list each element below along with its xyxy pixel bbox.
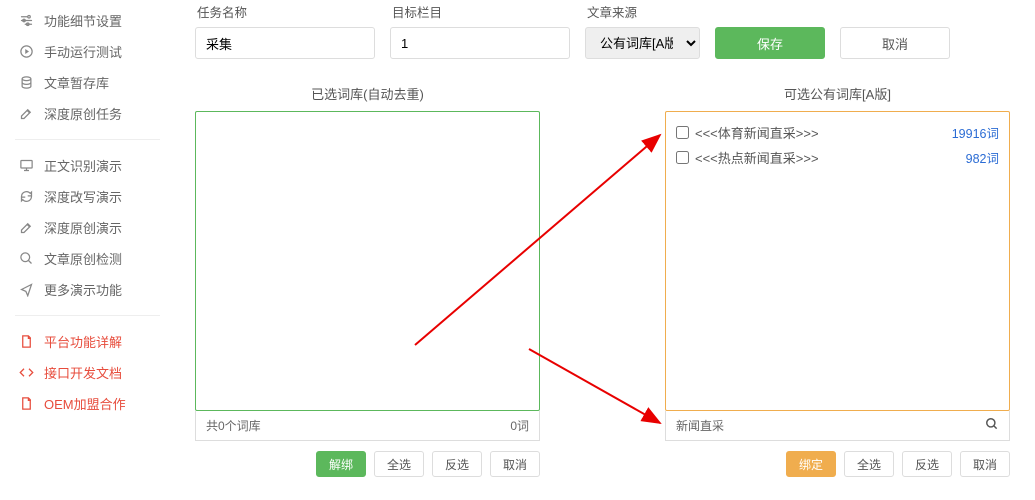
sidebar-item-深度改写演示[interactable]: 深度改写演示 [0, 181, 175, 212]
available-row-count: 982词 [966, 148, 999, 167]
code-icon [18, 365, 34, 381]
sidebar-item-label: 功能细节设置 [44, 11, 122, 30]
invert-right-button[interactable]: 反选 [902, 451, 952, 477]
sidebar-item-文章暂存库[interactable]: 文章暂存库 [0, 67, 175, 98]
select-all-left-button[interactable]: 全选 [374, 451, 424, 477]
sidebar-item-label: 平台功能详解 [44, 332, 122, 351]
save-button[interactable]: 保存 [715, 27, 825, 59]
sidebar-item-label: 深度原创任务 [44, 104, 122, 123]
selected-footer: 共0个词库 0词 [195, 411, 540, 441]
selected-list[interactable] [195, 111, 540, 411]
sidebar-item-label: 文章暂存库 [44, 73, 109, 92]
sidebar-separator [15, 139, 160, 140]
doc-icon [18, 396, 34, 412]
available-row-label[interactable]: <<<体育新闻直采>>> [676, 123, 819, 142]
sidebar-item-手动运行测试[interactable]: 手动运行测试 [0, 36, 175, 67]
available-row[interactable]: <<<热点新闻直采>>> 982词 [676, 145, 999, 170]
available-footer [665, 411, 1010, 441]
sidebar-item-label: 正文识别演示 [44, 156, 122, 175]
sidebar-separator [15, 315, 160, 316]
target-column-label: 目标栏目 [390, 2, 570, 21]
doc-icon [18, 334, 34, 350]
available-row-count: 19916词 [952, 123, 999, 142]
unbind-button[interactable]: 解绑 [316, 451, 366, 477]
sidebar: 功能细节设置手动运行测试文章暂存库深度原创任务 正文识别演示深度改写演示深度原创… [0, 0, 175, 424]
bind-button[interactable]: 绑定 [786, 451, 836, 477]
task-name-field: 任务名称 [195, 2, 375, 59]
available-list[interactable]: <<<体育新闻直采>>> 19916词 <<<热点新闻直采>>> 982词 [665, 111, 1010, 411]
edit-icon [18, 106, 34, 122]
selected-pane-title: 已选词库(自动去重) [195, 84, 540, 103]
sidebar-item-label: 接口开发文档 [44, 363, 122, 382]
sidebar-item-OEM加盟合作[interactable]: OEM加盟合作 [0, 388, 175, 419]
sidebar-item-label: 文章原创检测 [44, 249, 122, 268]
article-source-label: 文章来源 [585, 2, 700, 21]
task-name-input[interactable] [195, 27, 375, 59]
sidebar-item-正文识别演示[interactable]: 正文识别演示 [0, 150, 175, 181]
available-row-name: <<<热点新闻直采>>> [695, 148, 819, 167]
available-row-label[interactable]: <<<热点新闻直采>>> [676, 148, 819, 167]
sidebar-item-label: OEM加盟合作 [44, 394, 126, 413]
sidebar-item-label: 深度改写演示 [44, 187, 122, 206]
cancel-right-button[interactable]: 取消 [960, 451, 1010, 477]
target-column-field: 目标栏目 [390, 2, 570, 59]
sidebar-item-接口开发文档[interactable]: 接口开发文档 [0, 357, 175, 388]
search-input[interactable] [676, 419, 985, 433]
sidebar-item-深度原创演示[interactable]: 深度原创演示 [0, 212, 175, 243]
available-row-checkbox[interactable] [676, 126, 689, 139]
sidebar-item-平台功能详解[interactable]: 平台功能详解 [0, 326, 175, 357]
search-icon[interactable] [985, 417, 999, 434]
main-area: 任务名称 目标栏目 文章来源 公有词库[A版] 保存 取消 已选词库(自动去重)… [195, 0, 1020, 500]
search-icon [18, 251, 34, 267]
task-name-label: 任务名称 [195, 2, 375, 21]
target-column-input[interactable] [390, 27, 570, 59]
selected-count-label: 共0个词库 [206, 417, 261, 434]
sidebar-item-label: 手动运行测试 [44, 42, 122, 61]
article-source-select[interactable]: 公有词库[A版] [585, 27, 700, 59]
sidebar-item-文章原创检测[interactable]: 文章原创检测 [0, 243, 175, 274]
invert-left-button[interactable]: 反选 [432, 451, 482, 477]
selected-pane: 已选词库(自动去重) 共0个词库 0词 解绑 全选 反选 取消 [195, 84, 540, 477]
refresh-icon [18, 189, 34, 205]
database-icon [18, 75, 34, 91]
form-row: 任务名称 目标栏目 文章来源 公有词库[A版] 保存 取消 [195, 0, 1020, 59]
available-pane: 可选公有词库[A版] <<<体育新闻直采>>> 19916词 <<<热点新闻直采>>… [665, 84, 1010, 477]
article-source-field: 文章来源 公有词库[A版] [585, 2, 700, 59]
sliders-icon [18, 13, 34, 29]
cancel-button[interactable]: 取消 [840, 27, 950, 59]
available-actions: 绑定 全选 反选 取消 [665, 451, 1010, 477]
selected-word-count: 0词 [510, 417, 529, 434]
sidebar-item-label: 深度原创演示 [44, 218, 122, 237]
select-all-right-button[interactable]: 全选 [844, 451, 894, 477]
sidebar-item-label: 更多演示功能 [44, 280, 122, 299]
edit-icon [18, 220, 34, 236]
sidebar-item-功能细节设置[interactable]: 功能细节设置 [0, 5, 175, 36]
available-row-name: <<<体育新闻直采>>> [695, 123, 819, 142]
available-pane-title: 可选公有词库[A版] [665, 84, 1010, 103]
selected-actions: 解绑 全选 反选 取消 [195, 451, 540, 477]
share-icon [18, 282, 34, 298]
available-row-checkbox[interactable] [676, 151, 689, 164]
panes-container: 已选词库(自动去重) 共0个词库 0词 解绑 全选 反选 取消 可选公有词库[A… [195, 84, 1020, 477]
available-row[interactable]: <<<体育新闻直采>>> 19916词 [676, 120, 999, 145]
sidebar-item-深度原创任务[interactable]: 深度原创任务 [0, 98, 175, 129]
cancel-left-button[interactable]: 取消 [490, 451, 540, 477]
play-icon [18, 44, 34, 60]
sidebar-item-更多演示功能[interactable]: 更多演示功能 [0, 274, 175, 305]
monitor-icon [18, 158, 34, 174]
